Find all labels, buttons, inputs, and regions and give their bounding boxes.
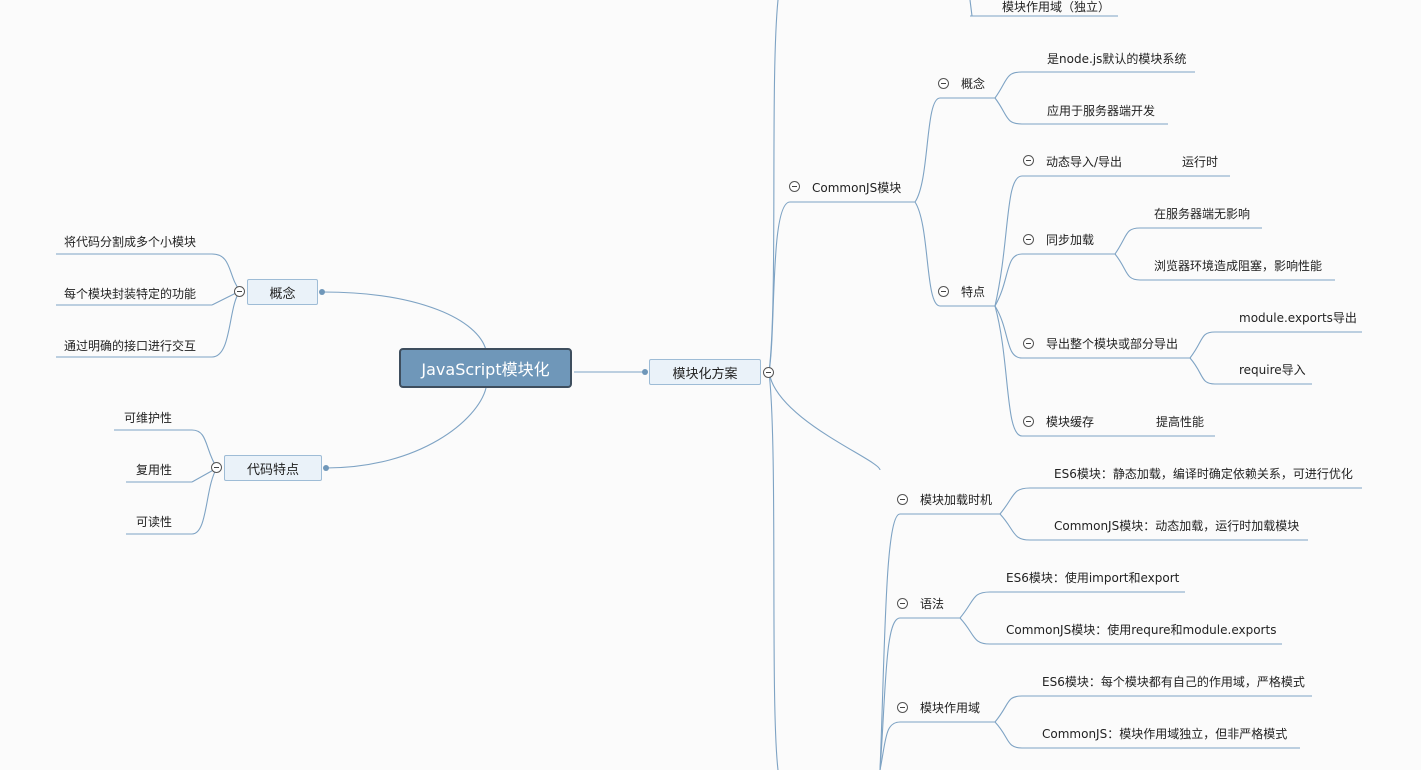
commonjs-concept-item-1[interactable]: 应用于服务器端开发 bbox=[1047, 103, 1155, 119]
concept-item-0[interactable]: 将代码分割成多个小模块 bbox=[64, 234, 196, 250]
solutions-topic[interactable]: 模块化方案 bbox=[649, 359, 761, 385]
collapse-toggle-icon[interactable] bbox=[234, 286, 245, 297]
trait-cache[interactable]: 模块缓存 bbox=[1046, 414, 1094, 430]
concept-topic[interactable]: 概念 bbox=[247, 279, 318, 305]
mindmap-canvas: JavaScript模块化 概念 将代码分割成多个小模块 每个模块封装特定的功能… bbox=[0, 0, 1421, 770]
concept-item-2[interactable]: 通过明确的接口进行交互 bbox=[64, 338, 196, 354]
commonjs-traits-topic[interactable]: 特点 bbox=[961, 284, 985, 300]
collapse-toggle-icon[interactable] bbox=[938, 286, 949, 297]
collapse-toggle-icon[interactable] bbox=[897, 702, 908, 713]
collapse-toggle-icon[interactable] bbox=[763, 367, 774, 378]
collapse-toggle-icon[interactable] bbox=[1023, 416, 1034, 427]
code-trait-2[interactable]: 可读性 bbox=[136, 514, 172, 530]
partial-node-top[interactable]: 模块作用域（独立） bbox=[1002, 0, 1110, 15]
connector-lines bbox=[56, 0, 1362, 770]
collapse-toggle-icon[interactable] bbox=[1023, 338, 1034, 349]
link-root-concept bbox=[322, 291, 487, 351]
compare-timing-topic[interactable]: 模块加载时机 bbox=[920, 492, 992, 508]
trait-sync[interactable]: 同步加载 bbox=[1046, 232, 1094, 248]
trait-export-item-1[interactable]: require导入 bbox=[1239, 362, 1306, 378]
commonjs-concept-item-0[interactable]: 是node.js默认的模块系统 bbox=[1047, 51, 1186, 67]
compare-syntax-item-1[interactable]: CommonJS模块：使用requre和module.exports bbox=[1006, 622, 1276, 638]
collapse-toggle-icon[interactable] bbox=[897, 598, 908, 609]
link-commonjs-concept bbox=[914, 97, 995, 203]
trait-dynamic[interactable]: 动态导入/导出 bbox=[1046, 154, 1122, 170]
commonjs-concept-topic[interactable]: 概念 bbox=[961, 76, 985, 92]
compare-syntax-item-0[interactable]: ES6模块：使用import和export bbox=[1006, 570, 1179, 586]
compare-scope-item-0[interactable]: ES6模块：每个模块都有自己的作用域，严格模式 bbox=[1042, 674, 1305, 690]
compare-scope-item-1[interactable]: CommonJS：模块作用域独立，但非严格模式 bbox=[1042, 726, 1287, 742]
root-topic[interactable]: JavaScript模块化 bbox=[399, 348, 572, 388]
concept-item-1[interactable]: 每个模块封装特定的功能 bbox=[64, 286, 196, 302]
trait-sync-item-1[interactable]: 浏览器环境造成阻塞，影响性能 bbox=[1154, 258, 1322, 274]
link-solutions-commonjs bbox=[768, 201, 915, 373]
commonjs-topic[interactable]: CommonJS模块 bbox=[812, 180, 901, 196]
compare-timing-item-1[interactable]: CommonJS模块：动态加载，运行时加载模块 bbox=[1054, 518, 1299, 534]
collapse-toggle-icon[interactable] bbox=[1023, 234, 1034, 245]
code-trait-0[interactable]: 可维护性 bbox=[124, 410, 172, 426]
code-trait-1[interactable]: 复用性 bbox=[136, 462, 172, 478]
collapse-toggle-icon[interactable] bbox=[938, 78, 949, 89]
trait-sync-item-0[interactable]: 在服务器端无影响 bbox=[1154, 206, 1250, 222]
link-root-codetraits bbox=[325, 387, 487, 469]
trait-export-item-0[interactable]: module.exports导出 bbox=[1239, 310, 1357, 326]
connector-dot bbox=[319, 289, 325, 295]
collapse-toggle-icon[interactable] bbox=[1023, 155, 1034, 166]
code-traits-topic[interactable]: 代码特点 bbox=[224, 455, 322, 481]
collapse-toggle-icon[interactable] bbox=[789, 181, 800, 192]
compare-timing-item-0[interactable]: ES6模块：静态加载，编译时确定依赖关系，可进行优化 bbox=[1054, 466, 1353, 482]
trait-cache-child[interactable]: 提高性能 bbox=[1156, 414, 1204, 430]
trait-export[interactable]: 导出整个模块或部分导出 bbox=[1046, 336, 1178, 352]
link-concept-item2 bbox=[211, 290, 241, 358]
collapse-toggle-icon[interactable] bbox=[897, 494, 908, 505]
link-concept-item0 bbox=[211, 253, 241, 292]
trait-dynamic-child[interactable]: 运行时 bbox=[1182, 154, 1218, 170]
compare-scope-topic[interactable]: 模块作用域 bbox=[920, 700, 980, 716]
connector-dot bbox=[323, 465, 329, 471]
link-trunk-down bbox=[768, 371, 779, 770]
link-trunk-up bbox=[768, 0, 779, 373]
link-solutions-timing bbox=[768, 371, 881, 471]
connector-dot bbox=[642, 369, 648, 375]
collapse-toggle-icon[interactable] bbox=[211, 462, 222, 473]
link-traits-item2 bbox=[191, 467, 218, 535]
compare-syntax-topic[interactable]: 语法 bbox=[920, 596, 944, 612]
